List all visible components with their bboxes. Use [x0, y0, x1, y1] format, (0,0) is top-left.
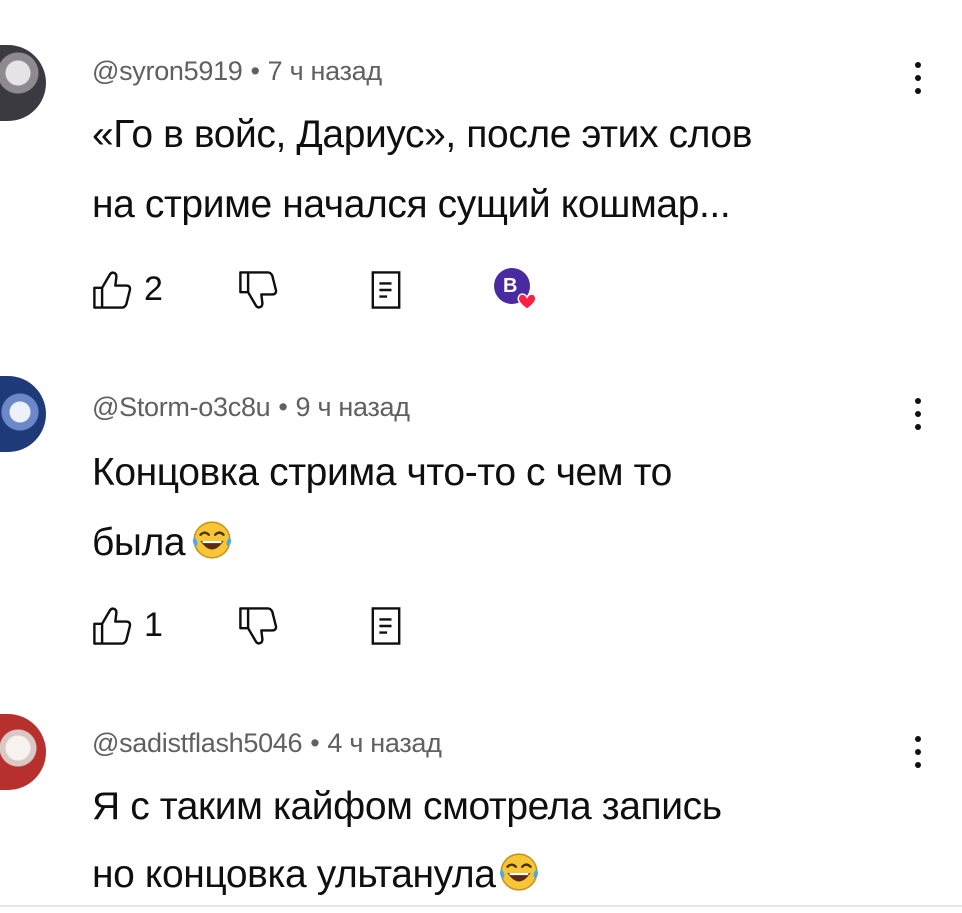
thumbs-down-icon[interactable]: [236, 604, 280, 648]
like-count: 2: [144, 270, 163, 308]
more-options-button[interactable]: [906, 732, 930, 772]
avatar[interactable]: [0, 714, 46, 790]
divider: [0, 905, 962, 907]
separator-dot: •: [250, 56, 260, 86]
comment-text-line-2: но концовка ультанула: [92, 840, 540, 910]
comment-meta: @Storm-o3c8u • 9 ч назад: [92, 392, 410, 423]
like-count: 1: [144, 606, 163, 644]
comment-text-line-2: была: [92, 508, 233, 578]
avatar[interactable]: [0, 45, 46, 121]
comment-time: 7 ч назад: [267, 56, 382, 86]
separator-dot: •: [278, 392, 288, 422]
more-options-button[interactable]: [906, 58, 930, 98]
comment-author[interactable]: @sadistflash5046: [92, 728, 303, 758]
comment-author[interactable]: @Storm-o3c8u: [92, 392, 271, 422]
tears-of-joy-emoji-icon: [191, 519, 233, 561]
reply-icon[interactable]: [364, 268, 408, 312]
tears-of-joy-emoji-icon: [498, 851, 540, 893]
comment-actions: 1: [90, 604, 430, 654]
comment-text-line-1: «Го в войс, Дариус», после этих слов: [92, 113, 753, 156]
comment-actions: 2 B: [90, 268, 570, 318]
comment-meta: @syron5919 • 7 ч назад: [92, 56, 382, 87]
comment-time: 9 ч назад: [295, 392, 410, 422]
comment-text-line-1: Концовка стрима что-то с чем то: [92, 451, 672, 494]
reply-icon[interactable]: [364, 604, 408, 648]
comment-text: но концовка ультанула: [92, 853, 496, 896]
comment-time: 4 ч назад: [327, 728, 442, 758]
thumbs-down-icon[interactable]: [236, 268, 280, 312]
comment-meta: @sadistflash5046 • 4 ч назад: [92, 728, 442, 759]
comment-text-line-2: на стриме начался сущий кошмар...: [92, 183, 731, 226]
comment-text-line-1: Я с таким кайфом смотрела запись: [92, 785, 722, 828]
more-options-button[interactable]: [906, 394, 930, 434]
comment-author[interactable]: @syron5919: [92, 56, 243, 86]
creator-heart-icon: B: [494, 268, 542, 316]
avatar[interactable]: [0, 376, 46, 452]
separator-dot: •: [310, 728, 320, 758]
comment-text: была: [92, 521, 186, 564]
thumbs-up-icon[interactable]: [90, 268, 134, 312]
thumbs-up-icon[interactable]: [90, 604, 134, 648]
